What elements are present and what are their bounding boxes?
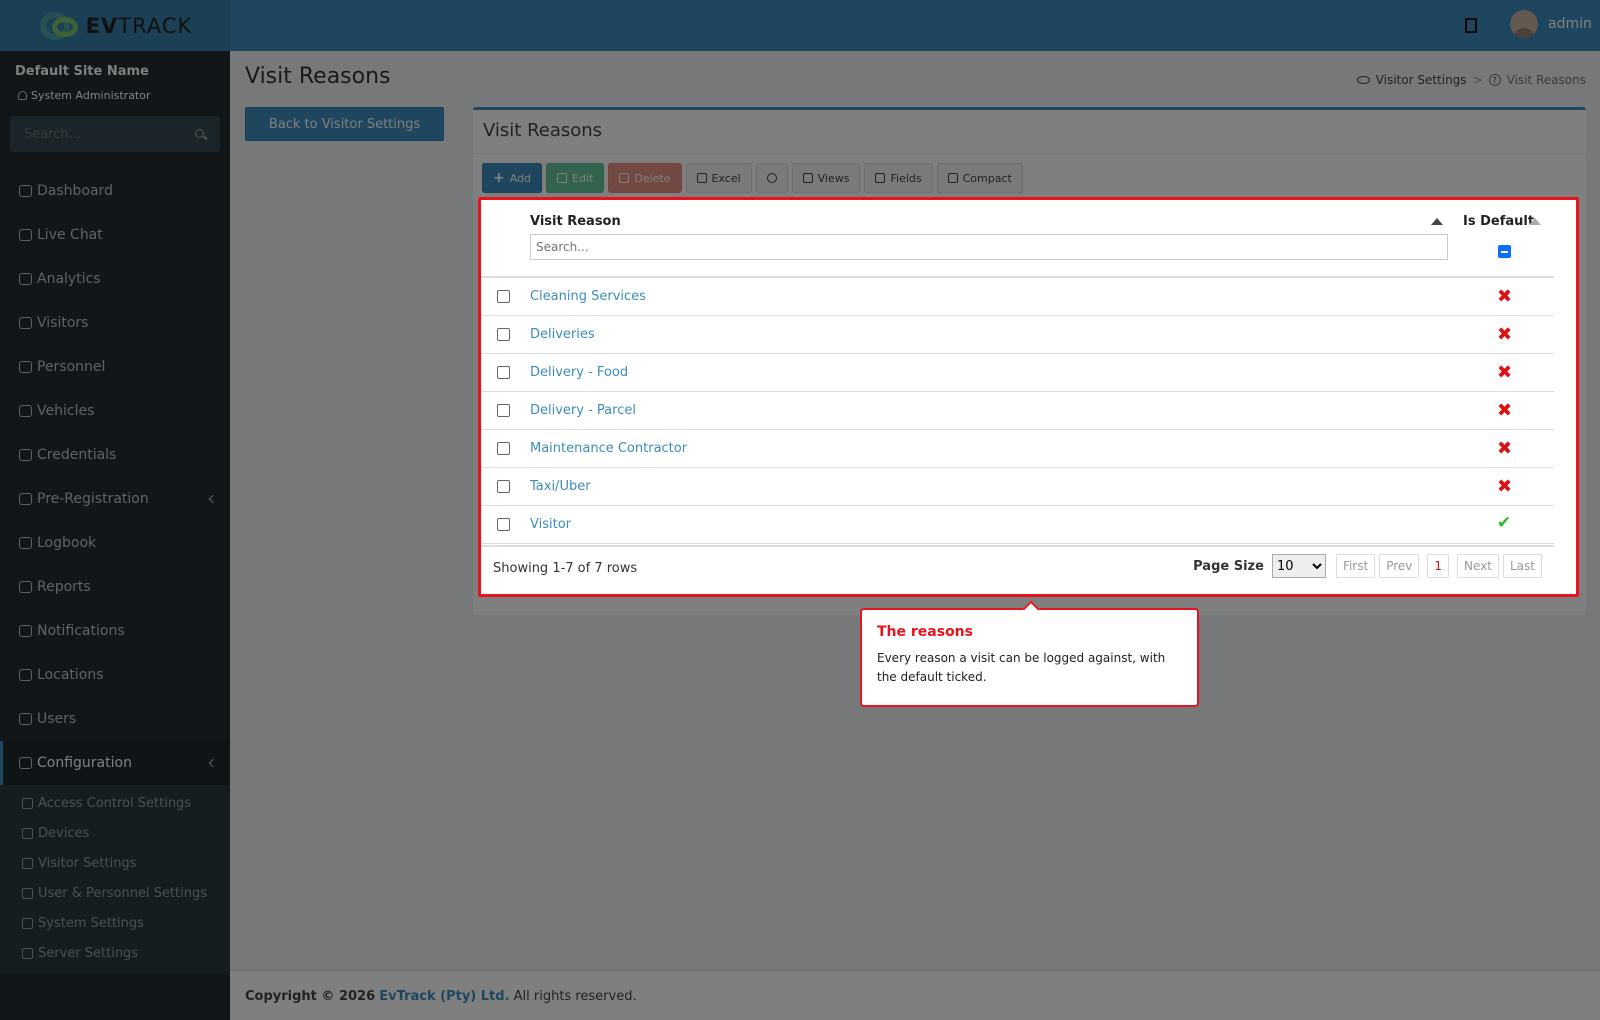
row-checkbox[interactable] <box>497 328 510 341</box>
page-size-select[interactable]: 10 <box>1271 554 1326 578</box>
visit-reasons-table: Visit Reason Is Default Cleaning Service… <box>481 200 1554 587</box>
table-footer: Showing 1-7 of 7 rows Page Size 10 First… <box>481 545 1554 587</box>
cross-icon: ✖ <box>1497 476 1513 497</box>
column-header-visit-reason[interactable]: Visit Reason <box>530 214 621 229</box>
tooltip-text: Every reason a visit can be logged again… <box>877 651 1166 684</box>
row-checkbox[interactable] <box>497 442 510 455</box>
visit-reason-link[interactable]: Delivery - Parcel <box>530 403 636 418</box>
table-row[interactable]: Delivery - Parcel ✖ <box>481 392 1554 430</box>
table-row[interactable]: Maintenance Contractor ✖ <box>481 430 1554 468</box>
cross-icon: ✖ <box>1497 400 1513 421</box>
tour-tooltip: The reasons Every reason a visit can be … <box>860 608 1199 707</box>
sort-asc-icon[interactable] <box>1431 218 1443 225</box>
check-icon: ✔ <box>1497 513 1512 533</box>
page-size-label: Page Size <box>1193 558 1264 574</box>
table-header: Visit Reason Is Default <box>481 200 1554 278</box>
first-page-button[interactable]: First <box>1335 554 1376 578</box>
cross-icon: ✖ <box>1497 286 1513 307</box>
table-row[interactable]: Delivery - Food ✖ <box>481 354 1554 392</box>
tooltip-title: The reasons <box>877 624 973 640</box>
row-checkbox[interactable] <box>497 404 510 417</box>
visit-reason-link[interactable]: Maintenance Contractor <box>530 441 687 456</box>
visit-reason-link[interactable]: Delivery - Food <box>530 365 628 380</box>
row-checkbox[interactable] <box>497 366 510 379</box>
visit-reason-link[interactable]: Visitor <box>530 517 571 532</box>
row-count-text: Showing 1-7 of 7 rows <box>493 561 638 576</box>
visit-reason-link[interactable]: Taxi/Uber <box>530 479 591 494</box>
cross-icon: ✖ <box>1497 438 1513 459</box>
visit-reason-filter-input[interactable] <box>530 234 1448 260</box>
next-page-button[interactable]: Next <box>1457 554 1499 578</box>
visit-reason-link[interactable]: Cleaning Services <box>530 289 646 304</box>
indeterminate-checkbox[interactable] <box>1498 245 1511 258</box>
last-page-button[interactable]: Last <box>1503 554 1542 578</box>
row-checkbox[interactable] <box>497 290 510 303</box>
table-row[interactable]: Cleaning Services ✖ <box>481 278 1554 316</box>
table-row[interactable]: Deliveries ✖ <box>481 316 1554 354</box>
prev-page-button[interactable]: Prev <box>1379 554 1420 578</box>
table-row[interactable]: Taxi/Uber ✖ <box>481 468 1554 506</box>
row-checkbox[interactable] <box>497 480 510 493</box>
tour-highlight: Visit Reason Is Default Cleaning Service… <box>478 197 1579 597</box>
current-page-button[interactable]: 1 <box>1427 554 1450 578</box>
row-checkbox[interactable] <box>497 518 510 531</box>
visit-reason-link[interactable]: Deliveries <box>530 327 595 342</box>
column-header-is-default[interactable]: Is Default <box>1463 214 1534 229</box>
table-row[interactable]: Visitor ✔ <box>481 506 1554 544</box>
cross-icon: ✖ <box>1497 324 1513 345</box>
cross-icon: ✖ <box>1497 362 1513 383</box>
sort-icon[interactable] <box>1529 218 1541 225</box>
pagination: Page Size 10 First Prev 1 Next Last <box>1193 554 1542 578</box>
